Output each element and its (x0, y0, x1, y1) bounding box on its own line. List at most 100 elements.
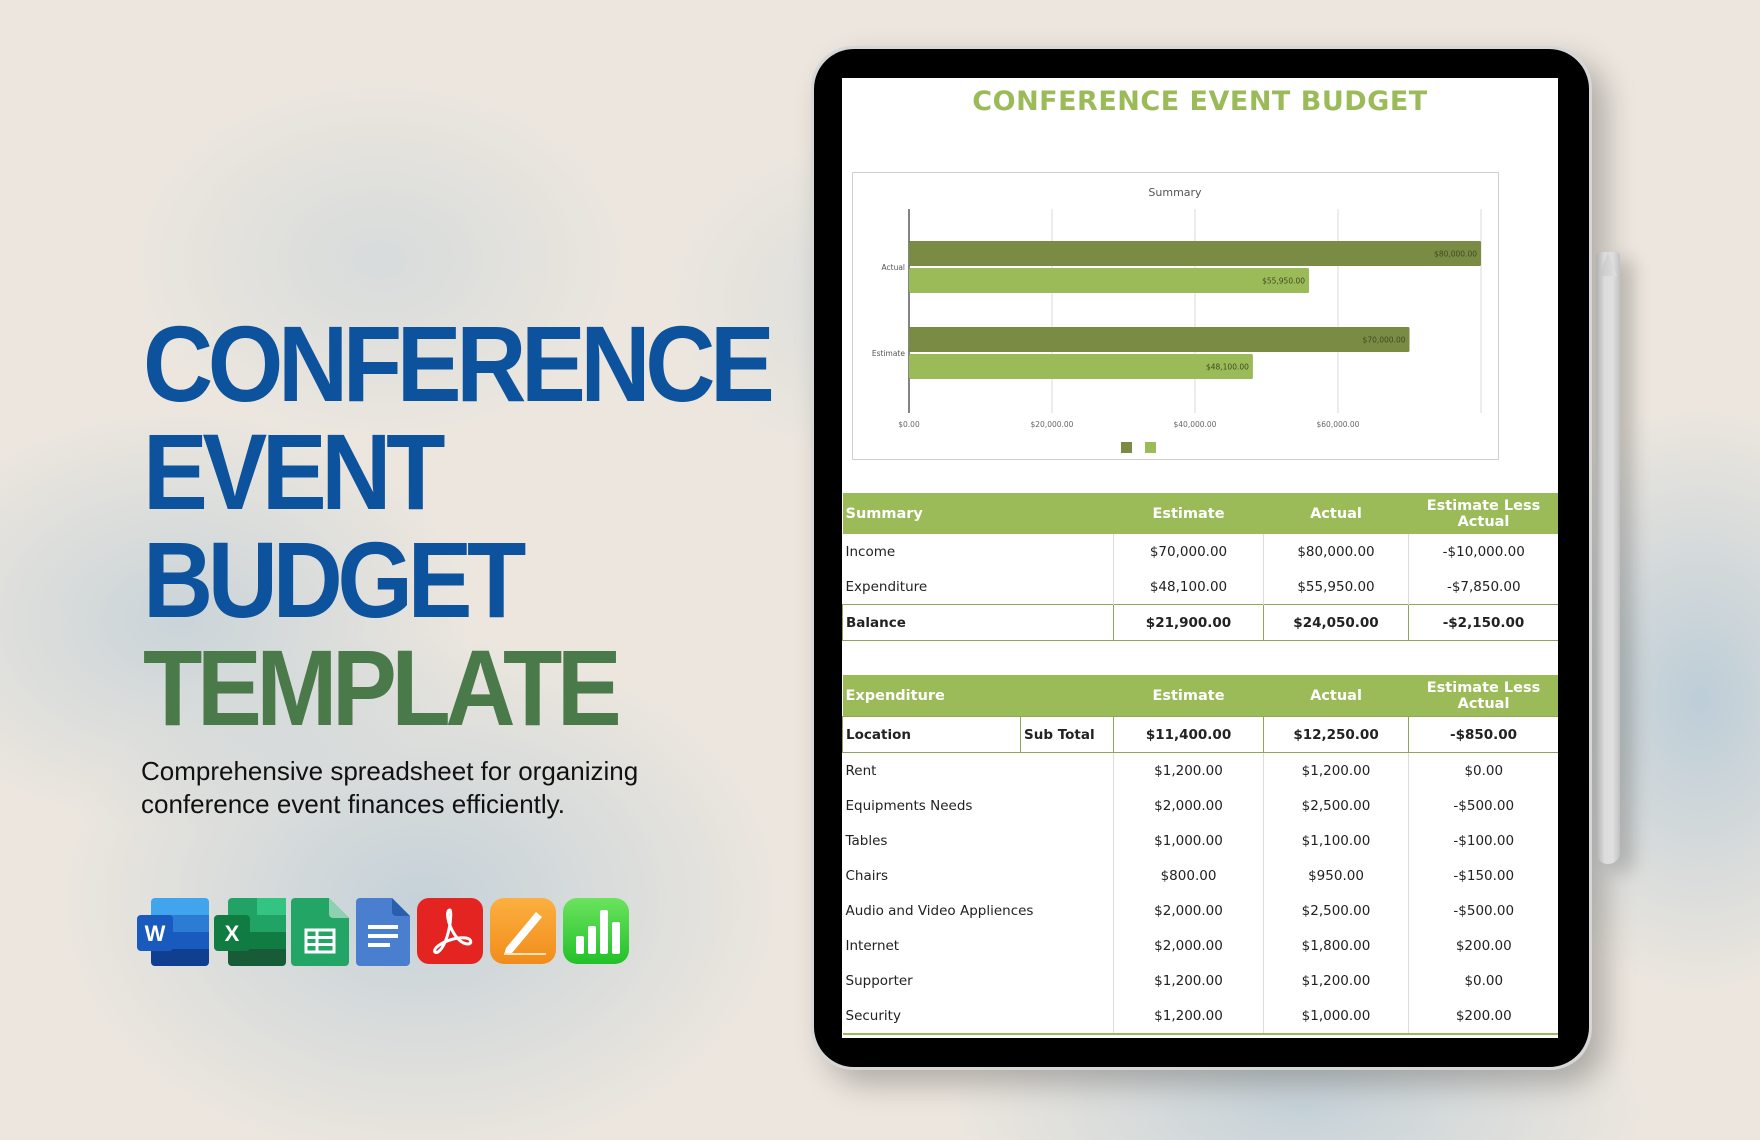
bar-data-label: $70,000.00 (1363, 336, 1406, 345)
subtotal-label: Sub Total (1019, 716, 1114, 753)
subtotal-estimate: $11,400.00 (1113, 716, 1264, 753)
chart-title: Summary (1148, 186, 1202, 199)
stylus-pencil (1596, 252, 1620, 864)
balance-label: Balance (842, 604, 1114, 641)
x-tick-label: $20,000.00 (1031, 420, 1074, 429)
microsoft-word-icon[interactable]: W (137, 898, 209, 966)
apple-pages-icon[interactable] (490, 898, 556, 966)
difference-cell: -$150.00 (1408, 858, 1558, 893)
estimate-cell: $800.00 (1113, 858, 1264, 893)
hero-subtitle: Comprehensive spreadsheet for organizing… (141, 755, 741, 821)
balance-actual: $24,050.00 (1263, 604, 1409, 641)
estimate-cell: $2,000.00 (1113, 788, 1264, 823)
hero-title: CONFERENCE EVENT BUDGET TEMPLATE (143, 310, 839, 742)
item-label: Tables (845, 832, 888, 849)
hero-title-line-4: TEMPLATE (143, 627, 622, 748)
hero-title-line-3: BUDGET (143, 519, 526, 640)
actual-cell: $1,200.00 (1263, 963, 1409, 998)
estimate-cell: $1,200.00 (1113, 963, 1264, 998)
summary-table: Summary Estimate Actual Estimate Less Ac… (842, 493, 1558, 641)
actual-cell: $2,500.00 (1263, 893, 1409, 928)
difference-cell: $0.00 (1408, 963, 1558, 998)
table-row: Security $1,200.00 $1,000.00 $200.00 (842, 998, 1558, 1035)
header-estimate: Estimate (1113, 675, 1264, 717)
header-summary: Summary (842, 493, 1114, 534)
bar-income-actual (909, 241, 1481, 266)
adobe-pdf-icon[interactable] (417, 898, 483, 966)
item-label: Audio and Video Appliences (845, 902, 1034, 919)
estimate-cell: $2,000.00 (1113, 928, 1264, 963)
item-label: Rent (845, 762, 877, 779)
bar-data-label: $55,950.00 (1262, 277, 1305, 286)
estimate-cell: $2,000.00 (1113, 893, 1264, 928)
header-expenditure: Expenditure (842, 675, 1114, 717)
tablet-screen: CONFERENCE EVENT BUDGET Summary $0.00 $20,… (842, 78, 1558, 1038)
table-row: Tables $1,000.00 $1,100.00 -$100.00 (843, 823, 1558, 858)
difference-cell: -$10,000.00 (1408, 534, 1558, 569)
word-letter: W (145, 921, 166, 946)
difference-cell: -$500.00 (1408, 893, 1558, 928)
bar-income-estimate (909, 327, 1410, 352)
item-label: Internet (845, 937, 900, 954)
header-estimate-less-actual: Estimate Less Actual (1408, 493, 1558, 534)
expenditure-table-header: Expenditure Estimate Actual Estimate Les… (842, 675, 1558, 717)
estimate-cell: $1,200.00 (1113, 998, 1264, 1035)
item-label: Equipments Needs (845, 797, 973, 814)
summary-chart: Summary $0.00 $20,000.00 $40,000.00 $60,000.… (852, 172, 1499, 460)
x-tick-label: $60,000.00 (1317, 420, 1360, 429)
hero-title-line-1: CONFERENCE (143, 303, 775, 424)
summary-chart-svg: Summary $0.00 $20,000.00 $40,000.00 $60,000.… (872, 186, 1482, 453)
difference-cell: -$7,850.00 (1408, 569, 1558, 605)
x-tick-label: $0.00 (898, 420, 920, 429)
hero-subtitle-line-2: conference event finances efficiently. (141, 789, 565, 819)
microsoft-excel-icon[interactable]: X (214, 898, 286, 966)
balance-row: Balance $21,900.00 $24,050.00 -$2,150.00 (842, 604, 1558, 641)
item-label: Supporter (845, 972, 913, 989)
actual-cell: $2,500.00 (1263, 788, 1409, 823)
actual-cell: $1,200.00 (1263, 752, 1409, 788)
document-title: CONFERENCE EVENT BUDGET (972, 86, 1428, 117)
summary-table-header: Summary Estimate Actual Estimate Less Ac… (842, 493, 1558, 534)
difference-cell: $200.00 (1408, 928, 1558, 963)
actual-cell: $1,100.00 (1263, 823, 1409, 858)
legend-swatch-income (1121, 442, 1132, 453)
header-actual: Actual (1263, 675, 1409, 717)
table-row: Equipments Needs $2,000.00 $2,500.00 -$500.… (843, 788, 1558, 823)
header-estimate: Estimate (1113, 493, 1264, 534)
app-format-icons: W X (137, 898, 629, 966)
difference-cell: $200.00 (1408, 998, 1558, 1035)
bar-data-label: $48,100.00 (1206, 363, 1249, 372)
location-subtotal-row: Location Sub Total $11,400.00 $12,250.00… (842, 716, 1558, 753)
stylus-tip (1599, 252, 1617, 276)
bar-expenditure-actual (909, 268, 1310, 293)
balance-difference: -$2,150.00 (1408, 604, 1558, 641)
estimate-cell: $1,000.00 (1113, 823, 1264, 858)
row-label: Expenditure (845, 578, 928, 595)
actual-cell: $950.00 (1263, 858, 1409, 893)
table-row: Expenditure $48,100.00 $55,950.00 -$7,85… (843, 569, 1558, 605)
item-label: Chairs (845, 867, 889, 884)
table-row: Supporter $1,200.00 $1,200.00 $0.00 (843, 963, 1558, 998)
hero-subtitle-line-1: Comprehensive spreadsheet for organizing (141, 756, 639, 786)
google-sheets-icon[interactable] (291, 898, 349, 966)
expenditure-table: Expenditure Estimate Actual Estimate Les… (842, 675, 1558, 1035)
difference-cell: -$100.00 (1408, 823, 1558, 858)
google-docs-icon[interactable] (356, 898, 410, 966)
subtotal-difference: -$850.00 (1408, 716, 1558, 753)
item-label: Security (842, 998, 1114, 1035)
actual-cell: $1,800.00 (1263, 928, 1409, 963)
y-category-label: Actual (882, 263, 906, 272)
bar-expenditure-estimate (909, 354, 1253, 379)
actual-cell: $1,000.00 (1263, 998, 1409, 1035)
x-tick-label: $40,000.00 (1174, 420, 1217, 429)
table-row: Internet $2,000.00 $1,800.00 $200.00 (843, 928, 1558, 963)
estimate-cell: $1,200.00 (1113, 752, 1264, 788)
header-estimate-less-actual: Estimate Less Actual (1408, 675, 1558, 717)
hero-title-line-2: EVENT (143, 411, 445, 532)
apple-numbers-icon[interactable] (563, 898, 629, 966)
row-label: Income (845, 543, 896, 560)
balance-estimate: $21,900.00 (1113, 604, 1264, 641)
estimate-cell: $48,100.00 (1113, 569, 1264, 605)
table-row: Audio and Video Appliences $2,000.00 $2,50… (843, 893, 1558, 928)
excel-letter: X (225, 921, 240, 946)
